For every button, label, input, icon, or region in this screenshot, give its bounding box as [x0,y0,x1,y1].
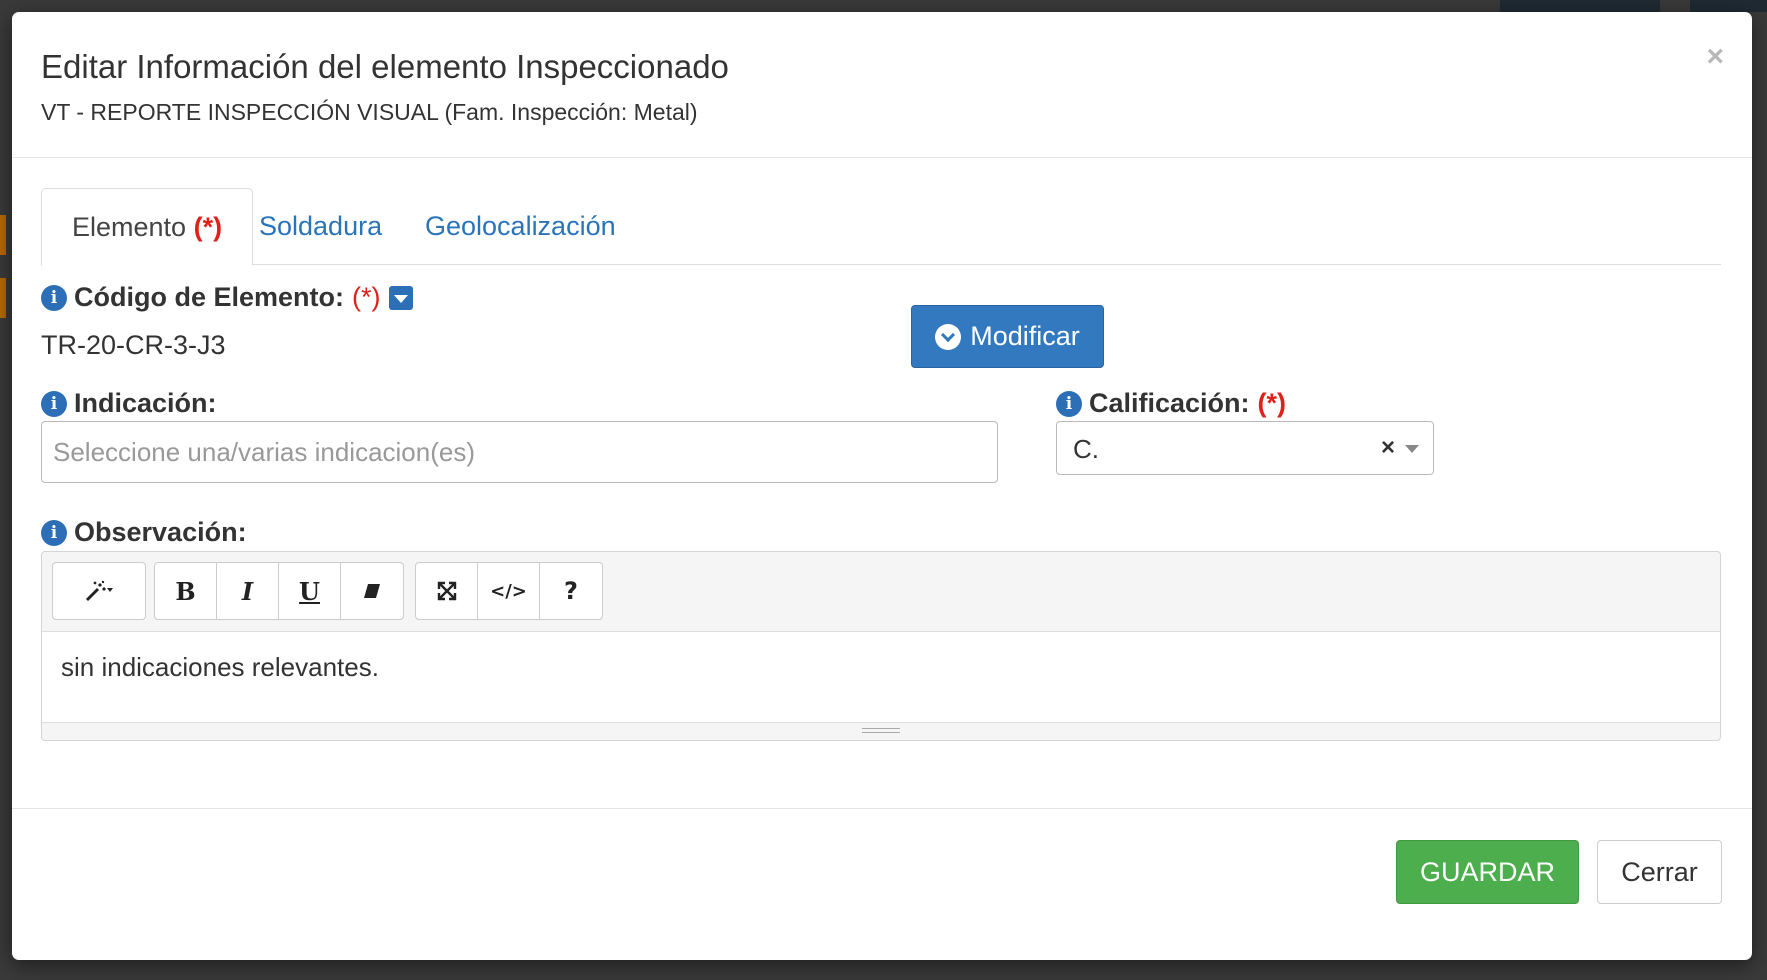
eraser-icon [364,584,380,598]
info-icon[interactable]: i [41,390,67,417]
observacion-label: i Observación: [41,517,247,548]
tab-label: Soldadura [259,211,383,241]
view-button-group: </> ? [415,562,603,620]
backdrop-accent [0,278,6,318]
modal-subtitle: VT - REPORTE INSPECCIÓN VISUAL (Fam. Ins… [41,99,698,125]
tab-label: Geolocalización [425,211,616,241]
codigo-label: i Código de Elemento: (*) [41,282,413,313]
resize-grip-icon [862,728,900,733]
style-button-group [52,562,146,620]
info-icon[interactable]: i [1056,390,1082,417]
rich-text-editor: B I U </> ? sin indicaciones relevantes. [41,551,1721,741]
cerrar-button[interactable]: Cerrar [1597,840,1722,904]
magic-wand-icon [85,580,113,602]
codigo-value: TR-20-CR-3-J3 [41,330,226,360]
style-dropdown-button[interactable] [53,563,145,619]
fullscreen-button[interactable] [416,563,478,619]
indicacion-label-text: Indicación: [74,388,217,418]
indicacion-label: i Indicación: [41,388,217,419]
chevron-down-circle-icon [935,323,962,350]
expand-icon [437,581,456,601]
tab-geolocalizacion[interactable]: Geolocalización [395,188,646,265]
indicacion-multiselect-input[interactable] [41,421,998,483]
calificacion-label-text: Calificación: [1089,388,1250,418]
font-style-button-group: B I U [154,562,404,620]
close-icon[interactable]: × [1706,42,1724,72]
tab-soldadura[interactable]: Soldadura [229,188,412,265]
tab-elemento[interactable]: Elemento (*) [41,188,254,266]
chevron-down-icon[interactable] [1405,445,1419,453]
backdrop-panel [1500,0,1660,12]
code-view-button[interactable]: </> [478,563,540,619]
edit-element-modal: Editar Información del elemento Inspecci… [12,12,1752,960]
calificacion-label: i Calificación: (*) [1056,388,1286,419]
backdrop-panel [1690,0,1767,12]
modal-title: Editar Información del elemento Inspecci… [41,48,729,85]
tab-bar: Elemento (*) Soldadura Geolocalización [41,188,1721,266]
italic-button[interactable]: I [217,563,279,619]
editor-toolbar: B I U </> ? [42,552,1720,631]
editor-resize-handle[interactable] [42,723,1720,741]
modificar-button[interactable]: Modificar [911,305,1104,368]
required-mark: (*) [1257,388,1287,418]
backdrop-accent [0,215,6,255]
observacion-label-text: Observación: [74,517,247,547]
info-icon[interactable]: i [41,519,67,546]
clear-selection-icon[interactable]: × [1381,434,1395,462]
eraser-button[interactable] [341,563,403,619]
required-mark: (*) [352,282,381,312]
tab-label: Elemento [72,212,187,242]
help-button[interactable]: ? [540,563,602,619]
modal-footer: GUARDAR Cerrar [12,808,1752,960]
dropdown-toggle-icon[interactable] [388,285,413,310]
info-icon[interactable]: i [41,284,67,311]
modal-header: Editar Información del elemento Inspecci… [12,12,1752,158]
calificacion-select[interactable]: C. × [1056,421,1434,475]
bold-button[interactable]: B [155,563,217,619]
required-mark: (*) [193,212,223,242]
guardar-button[interactable]: GUARDAR [1396,840,1579,904]
codigo-label-text: Código de Elemento: [74,282,344,312]
underline-button[interactable]: U [279,563,341,619]
modificar-label: Modificar [970,321,1080,351]
calificacion-selected-value: C. [1073,434,1099,464]
editor-content[interactable]: sin indicaciones relevantes. [42,631,1720,723]
